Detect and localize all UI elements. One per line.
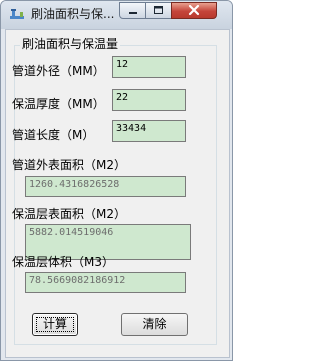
- insul-surface-area-label: 保温层表面积（M2）: [12, 207, 126, 221]
- calculate-button[interactable]: 计算: [32, 313, 78, 336]
- groupbox-title: 刷油面积与保温量: [20, 36, 121, 52]
- insul-volume-label: 保温层体积（M3）: [12, 255, 114, 269]
- insul-thickness-label: 保温厚度（MM）: [12, 97, 105, 111]
- minimize-button[interactable]: [119, 2, 146, 19]
- pipe-surface-area-label: 管道外表面积（M2）: [12, 158, 126, 172]
- title-bar[interactable]: 刷油面积与保...: [1, 1, 232, 29]
- window-title: 刷油面积与保...: [31, 7, 115, 21]
- clear-button-label: 清除: [142, 317, 167, 331]
- insul-thickness-input[interactable]: 22: [112, 89, 186, 111]
- app-window: 刷油面积与保... 刷油面积与保温量 管道外径（MM） 12 保温厚度（MM） …: [0, 0, 233, 361]
- pipe-surface-area-output[interactable]: 1260.4316826528: [25, 176, 186, 197]
- pipe-od-label: 管道外径（MM）: [12, 64, 105, 78]
- maximize-button[interactable]: [145, 2, 172, 19]
- close-button[interactable]: [171, 2, 217, 19]
- pipe-app-icon: [9, 7, 25, 23]
- clear-button[interactable]: 清除: [121, 313, 188, 336]
- client-area: 刷油面积与保温量 管道外径（MM） 12 保温厚度（MM） 22 管道长度（M）…: [5, 29, 230, 358]
- pipe-length-label: 管道长度（M）: [12, 128, 95, 142]
- pipe-od-input[interactable]: 12: [112, 56, 186, 78]
- pipe-length-input[interactable]: 33434: [112, 120, 186, 142]
- insul-volume-output[interactable]: 78.5669082186912: [25, 272, 186, 293]
- focus-ring: [36, 317, 74, 332]
